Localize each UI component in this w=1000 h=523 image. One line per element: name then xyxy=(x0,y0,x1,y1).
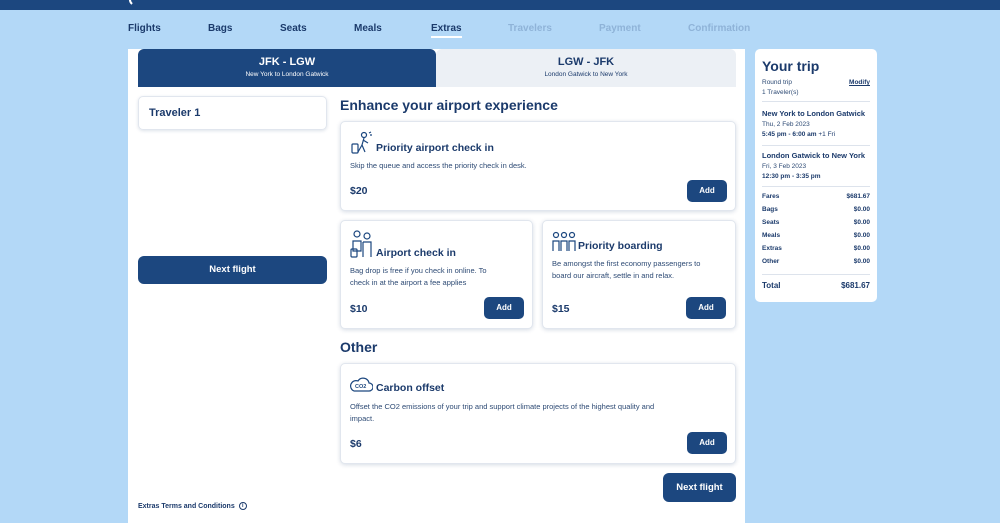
card-description-line-2: check in at the airport a fee applies xyxy=(350,278,467,287)
fee-label: Other xyxy=(762,258,780,265)
step-payment: Payment xyxy=(599,23,641,34)
fee-row-seats: Seats $0.00 xyxy=(762,219,870,229)
top-bar xyxy=(0,0,1000,10)
step-bags[interactable]: Bags xyxy=(208,23,232,34)
step-flights[interactable]: Flights xyxy=(128,23,161,34)
divider xyxy=(762,101,870,102)
fee-label: Bags xyxy=(762,206,778,213)
priority-check-in-card: Priority airport check in Skip the queue… xyxy=(340,121,736,211)
extras-terms-link[interactable]: Extras Terms and Conditions i xyxy=(138,502,247,510)
card-price: $20 xyxy=(350,185,368,197)
co2-cloud-icon: CO2 xyxy=(349,375,374,398)
add-carbon-offset-button[interactable]: Add xyxy=(687,432,727,454)
divider xyxy=(762,274,870,275)
trip-type: Round trip xyxy=(762,79,792,86)
co2-label: CO2 xyxy=(355,384,366,390)
add-priority-check-in-button[interactable]: Add xyxy=(687,180,727,202)
divider xyxy=(762,145,870,146)
card-description-line-2: impact. xyxy=(350,414,375,423)
traveler-selector[interactable]: Traveler 1 xyxy=(138,96,327,130)
card-title: Carbon offset xyxy=(376,382,445,394)
card-description-line-2: board our aircraft, settle in and relax. xyxy=(552,271,675,280)
step-seats[interactable]: Seats xyxy=(280,23,307,34)
route-code: JFK - LGW xyxy=(258,56,316,68)
card-description-line-1: Bag drop is free if you check in online.… xyxy=(350,266,487,275)
route-tab-outbound[interactable]: JFK - LGW New York to London Gatwick xyxy=(138,49,436,87)
card-price: $10 xyxy=(350,303,368,315)
airport-check-in-card: Airport check in Bag drop is free if you… xyxy=(340,220,533,329)
fee-value: $0.00 xyxy=(853,232,870,239)
fee-value: $681.67 xyxy=(846,193,871,200)
card-description-line-1: Offset the CO2 emissions of your trip an… xyxy=(350,402,655,411)
carbon-offset-card: CO2 Carbon offset Offset the CO2 emissio… xyxy=(340,363,736,464)
step-meals[interactable]: Meals xyxy=(354,23,382,34)
fee-row-meals: Meals $0.00 xyxy=(762,232,870,242)
route-description: London Gatwick to New York xyxy=(544,71,628,78)
modify-trip-link[interactable]: Modify xyxy=(849,79,870,86)
card-description: Skip the queue and access the priority c… xyxy=(350,161,527,170)
trip-total: Total $681.67 xyxy=(762,281,870,290)
leg-time-range: 5:45 pm - 6:00 am xyxy=(762,131,817,138)
airport-check-in-icon xyxy=(350,229,374,264)
return-leg-title: London Gatwick to New York xyxy=(762,151,866,160)
card-title: Priority airport check in xyxy=(376,142,494,154)
outbound-leg-date: Thu, 2 Feb 2023 xyxy=(762,121,810,128)
fee-label: Seats xyxy=(762,219,780,226)
next-day-indicator: +1 Fri xyxy=(816,131,836,138)
extras-panel: JFK - LGW New York to London Gatwick LGW… xyxy=(128,49,745,523)
fee-value: $0.00 xyxy=(853,245,870,252)
enhance-section-title: Enhance your airport experience xyxy=(340,97,558,113)
other-section-title: Other xyxy=(340,339,378,355)
route-tab-return[interactable]: LGW - JFK London Gatwick to New York xyxy=(436,49,736,87)
divider xyxy=(762,186,870,187)
card-price: $6 xyxy=(350,438,362,450)
fee-label: Extras xyxy=(762,245,782,252)
priority-check-in-icon xyxy=(350,131,372,160)
fee-label: Fares xyxy=(762,193,780,200)
total-value: $681.67 xyxy=(841,281,870,290)
fee-value: $0.00 xyxy=(853,206,870,213)
next-flight-button-sidebar[interactable]: Next flight xyxy=(138,256,327,284)
fee-row-fares: Fares $681.67 xyxy=(762,193,870,203)
return-leg-date: Fri, 3 Feb 2023 xyxy=(762,163,807,170)
route-description: New York to London Gatwick xyxy=(245,71,329,78)
priority-boarding-card: Priority boarding Be amongst the first e… xyxy=(542,220,736,329)
brand-logo[interactable] xyxy=(128,0,158,8)
info-icon[interactable]: i xyxy=(238,502,247,510)
return-leg-time: 12:30 pm - 3:35 pm xyxy=(762,173,821,180)
total-label: Total xyxy=(762,281,781,290)
next-flight-button[interactable]: Next flight xyxy=(663,473,736,502)
step-confirmation: Confirmation xyxy=(688,23,751,34)
fee-row-extras: Extras $0.00 xyxy=(762,245,870,255)
card-price: $15 xyxy=(552,303,570,315)
terms-label: Extras Terms and Conditions xyxy=(138,502,235,510)
card-description-line-1: Be amongst the first economy passengers … xyxy=(552,259,701,268)
add-airport-check-in-button[interactable]: Add xyxy=(484,297,524,319)
add-priority-boarding-button[interactable]: Add xyxy=(686,297,726,319)
fee-value: $0.00 xyxy=(853,219,870,226)
trip-summary: Your trip Round trip Modify 1 Traveler(s… xyxy=(755,49,877,302)
priority-boarding-icon xyxy=(552,231,576,258)
fee-row-bags: Bags $0.00 xyxy=(762,206,870,216)
route-code: LGW - JFK xyxy=(557,56,615,68)
booking-steps-nav: Flights Bags Seats Meals Extras Traveler… xyxy=(128,18,768,44)
step-travelers: Travelers xyxy=(508,23,552,34)
card-title: Priority boarding xyxy=(578,240,663,252)
traveler-label: Traveler 1 xyxy=(149,107,201,119)
outbound-leg-time: 5:45 pm - 6:00 am +1 Fri xyxy=(762,131,835,138)
card-title: Airport check in xyxy=(376,247,456,259)
fee-label: Meals xyxy=(762,232,781,239)
outbound-leg-title: New York to London Gatwick xyxy=(762,109,866,118)
traveler-count: 1 Traveler(s) xyxy=(762,89,799,96)
fee-row-other: Other $0.00 xyxy=(762,258,870,268)
fee-value: $0.00 xyxy=(853,258,870,265)
step-extras[interactable]: Extras xyxy=(431,23,462,38)
trip-summary-title: Your trip xyxy=(762,58,820,74)
